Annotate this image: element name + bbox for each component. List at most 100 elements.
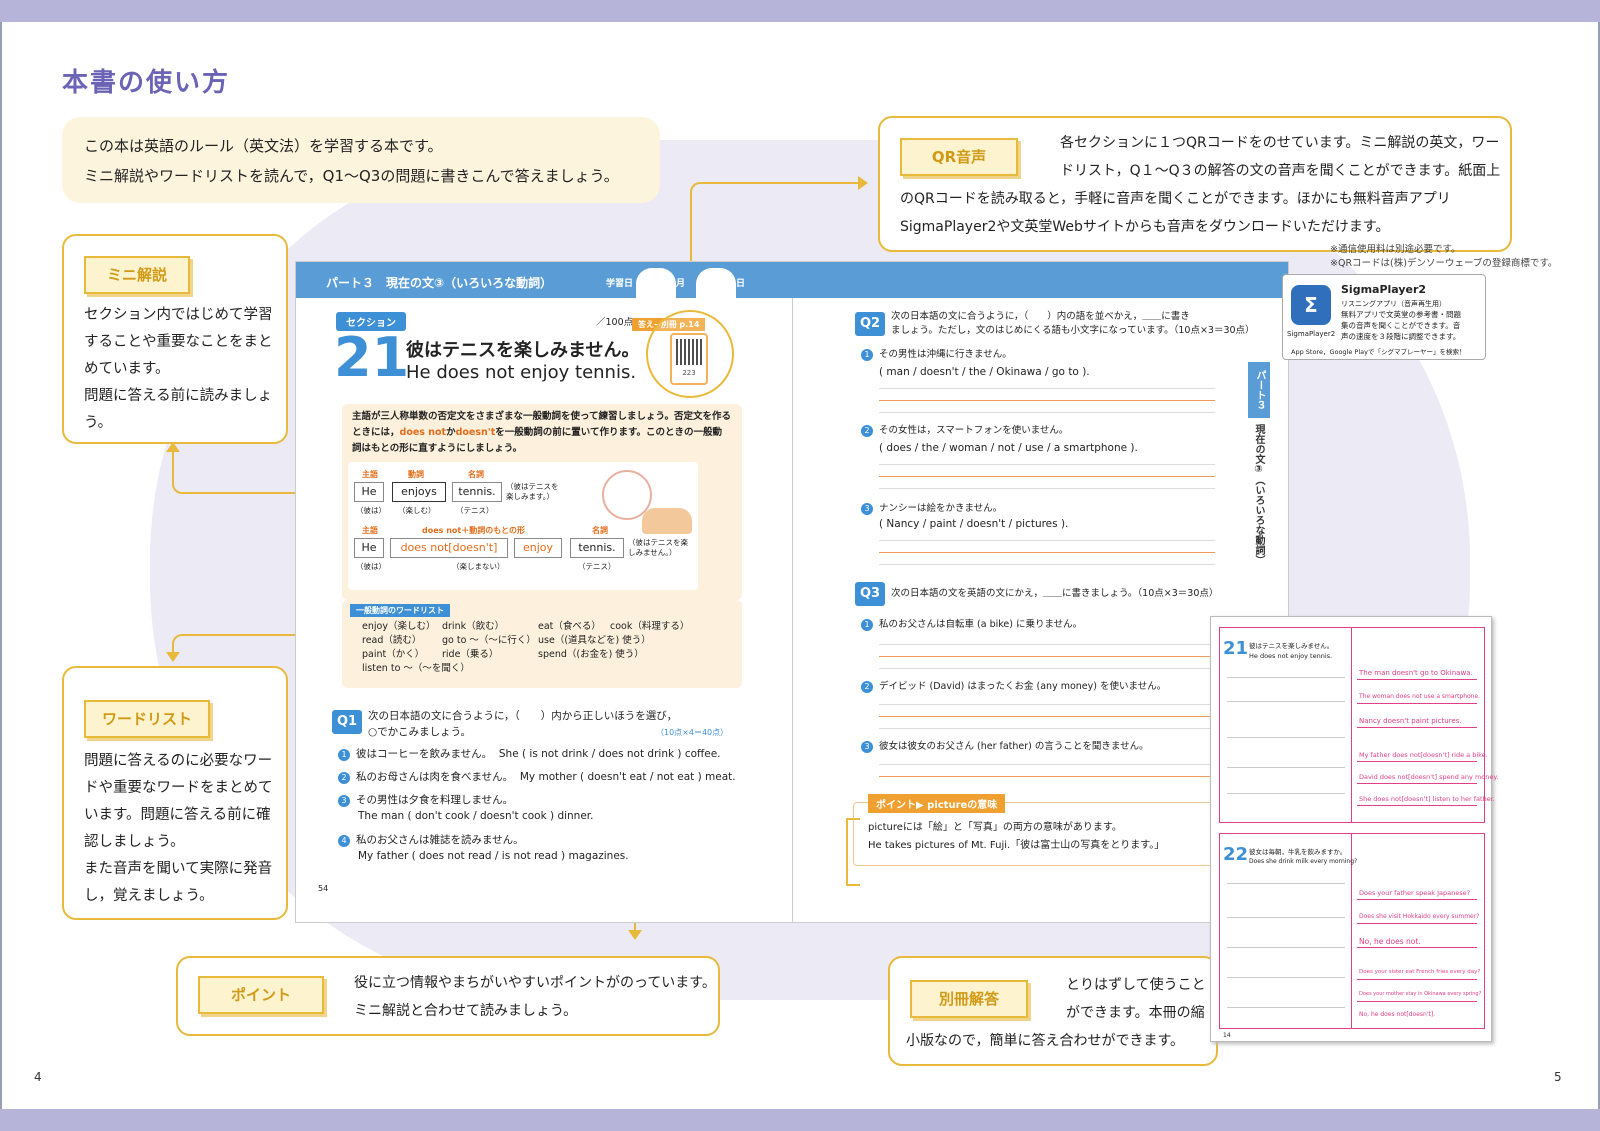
intro-line-1: この本は英語のルール（英文法）を学習する本です。	[84, 137, 443, 155]
q2-inst-1: 次の日本語の文に合うように，（ ）内の語を並べかえ，＿＿に書き	[891, 311, 1190, 322]
left-page-number: 54	[318, 884, 329, 893]
q3-item-1: 1 私のお父さんは自転車 (a bike) に乗りません。	[861, 618, 1082, 632]
b-l3	[1227, 947, 1345, 948]
wl-8: ride（乗る）	[442, 649, 499, 660]
word-list-title: 一般動詞のワードリスト	[350, 604, 450, 617]
wl-5: go to ～（～に行く）	[442, 635, 536, 646]
ex2-w2: does not[doesn't]	[390, 538, 508, 558]
ex2-w4: tennis.	[570, 538, 624, 558]
mini-line-4: 問題に答える前に読みましょ	[84, 388, 273, 404]
q1-badge: Q1	[332, 710, 362, 734]
wl-9: spend（(お金を) 使う）	[538, 649, 644, 660]
answer-8: Does she visit Hokkaido every summer?	[1359, 913, 1480, 920]
answer-sec22-num: 22	[1223, 844, 1249, 865]
wordlist-line-4: 認しましょう。	[84, 834, 185, 850]
q2-item-3-en: ( Nancy / paint / doesn't / pictures ).	[879, 518, 1069, 530]
explain-line-3: 詞はもとの形に直すようにしましょう。	[352, 443, 523, 454]
q3-2-answer-line	[879, 716, 1215, 717]
answer-2: The woman does not use a smartphone.	[1359, 693, 1481, 700]
q1-item-4-jp: 4 私のお父さんは雑誌を読みません。	[338, 832, 524, 848]
ex1-w2: enjoys	[392, 482, 446, 502]
answer-3: Nancy doesn't paint pictures.	[1359, 717, 1462, 725]
q2-2-guide	[879, 464, 1215, 465]
q1-inst-1: 次の日本語の文に合うように，（ ）内から正しいほうを選び，	[368, 710, 678, 722]
point-line-2: He takes pictures of Mt. Fuji.「彼は富士山の写真を…	[868, 840, 1165, 851]
ex2-w1: He	[354, 538, 384, 558]
ex2-g2: （楽しまない）	[452, 562, 505, 571]
answer-10: Does your sister eat French fries every …	[1359, 969, 1481, 975]
a-l5	[1227, 793, 1345, 794]
q2-3-guide-b	[879, 564, 1215, 565]
part-header: パート３ 現在の文③（いろいろな動詞）	[326, 276, 553, 290]
q3-3-guide	[879, 764, 1215, 765]
intro-line-2: ミニ解説やワードリストを読んで，Q1～Q3の問題に書きこんで答えましょう。	[84, 167, 619, 185]
wordlist-line-5: また音声を聞いて実際に発音	[84, 861, 273, 877]
ex2-tr: （彼はテニスを楽しみません。）	[628, 538, 688, 557]
answer-7-line	[1357, 899, 1477, 900]
wl-7: paint（かく）	[362, 649, 425, 660]
q1-item-3-en: The man ( don't cook / doesn't cook ) di…	[358, 810, 594, 822]
q3-1-guide-b	[879, 668, 1215, 669]
answer-12: No, he does not[doesn't].	[1359, 1011, 1436, 1018]
intro-box: この本は英語のルール（英文法）を学習する本です。 ミニ解説やワードリストを読んで…	[62, 117, 660, 203]
qr-text-1: 各セクションに１つQRコードをのせています。ミニ解説の英文，ワー	[1060, 135, 1500, 151]
point-text-1: 役に立つ情報やまちがいやすいポイントがのっています。	[354, 975, 716, 991]
q2-item-1-en: ( man / doesn't / the / Okinawa / go to …	[879, 366, 1090, 378]
qr-tag: QR音声	[900, 138, 1018, 176]
answer-tag: 別冊解答	[910, 980, 1028, 1018]
sigma-app-icon[interactable]: Σ	[1291, 285, 1331, 325]
q3-2-guide-b	[879, 728, 1215, 729]
answer-6-line	[1357, 805, 1477, 806]
a-l2	[1227, 701, 1345, 702]
answer-9: No, he does not.	[1359, 937, 1421, 946]
ex2-subj-label: 主語	[362, 526, 378, 535]
top-band	[0, 0, 1600, 22]
section-title-en: He does not enjoy tennis.	[406, 362, 637, 383]
wl-1: drink（飲む）	[442, 621, 505, 632]
sigma-icon-label: SigmaPlayer2	[1287, 330, 1336, 338]
mini-text: セクション内ではじめて学習 することや重要なことをまと めています。 問題に答え…	[84, 302, 280, 437]
ex1-g3: （テニス）	[456, 506, 494, 515]
mini-line-5: う。	[84, 415, 113, 431]
a-l1	[1227, 677, 1345, 678]
ex1-subj-label: 主語	[362, 470, 378, 479]
right-page-header	[793, 262, 1288, 298]
connector-point-arrow	[628, 930, 642, 940]
q1-item-3-jp: 3 その男性は夕食を料理しません。	[338, 792, 513, 808]
ex2-verb-label: does not＋動詞のもとの形	[422, 526, 525, 535]
answer-5-line	[1357, 783, 1477, 784]
q1-points: （10点×4＝40点）	[656, 728, 729, 737]
ex2-g1: （彼は）	[356, 562, 386, 571]
answer-5: David does not[doesn't] spend any money.	[1359, 773, 1499, 781]
sigma-desc-3: 声の速度を３段階に調整できます。	[1341, 332, 1461, 341]
q1-item-2: 2 私のお母さんは肉を食べません。 My mother ( doesn't eat…	[338, 769, 736, 785]
page-title: 本書の使い方	[62, 68, 231, 98]
qr-highlight-circle	[646, 310, 734, 398]
point-line-1: pictureには「絵」と「写真」の両方の意味があります。	[868, 822, 1122, 833]
mini-line-1: セクション内ではじめて学習	[84, 307, 273, 323]
answer-8-line	[1357, 923, 1477, 924]
q2-badge: Q2	[855, 312, 885, 336]
q2-2-guide-b	[879, 488, 1215, 489]
ex1-verb-label: 動詞	[408, 470, 424, 479]
qr-note-1: ※通信使用料は別途必要です。	[1330, 244, 1461, 255]
wl-0: enjoy（楽しむ）	[362, 621, 436, 632]
q2-item-2-jp: 2 その女性は，スマートフォンを使いません。	[861, 424, 1068, 438]
wordlist-tag: ワードリスト	[84, 700, 210, 738]
page-number-left: 4	[34, 1070, 42, 1084]
ex1-g2: （楽しむ）	[398, 506, 436, 515]
q2-3-guide	[879, 540, 1215, 541]
wl-6: use（(道具などを) 使う）	[538, 635, 651, 646]
q2-3-answer-line	[879, 552, 1215, 553]
sigma-desc-2: 集の音声を聞くことができます。音	[1341, 321, 1461, 330]
qr-text-2: ドリスト，Q１～Q３の解答の文の音声を聞くことができます。紙面上	[1060, 163, 1501, 179]
month-box	[636, 268, 676, 300]
q2-2-answer-line	[879, 476, 1215, 477]
answer-3-line	[1357, 727, 1477, 728]
q3-1-answer-line	[879, 656, 1215, 657]
q3-3-answer-line	[879, 776, 1215, 777]
wordlist-line-3: います。問題に答える前に確	[84, 807, 271, 823]
q2-1-answer-line	[879, 400, 1215, 401]
side-title: 現在の文③（いろいろな動詞）	[1253, 424, 1264, 565]
answer-4: My father does not[doesn't] ride a bike.	[1359, 751, 1488, 759]
